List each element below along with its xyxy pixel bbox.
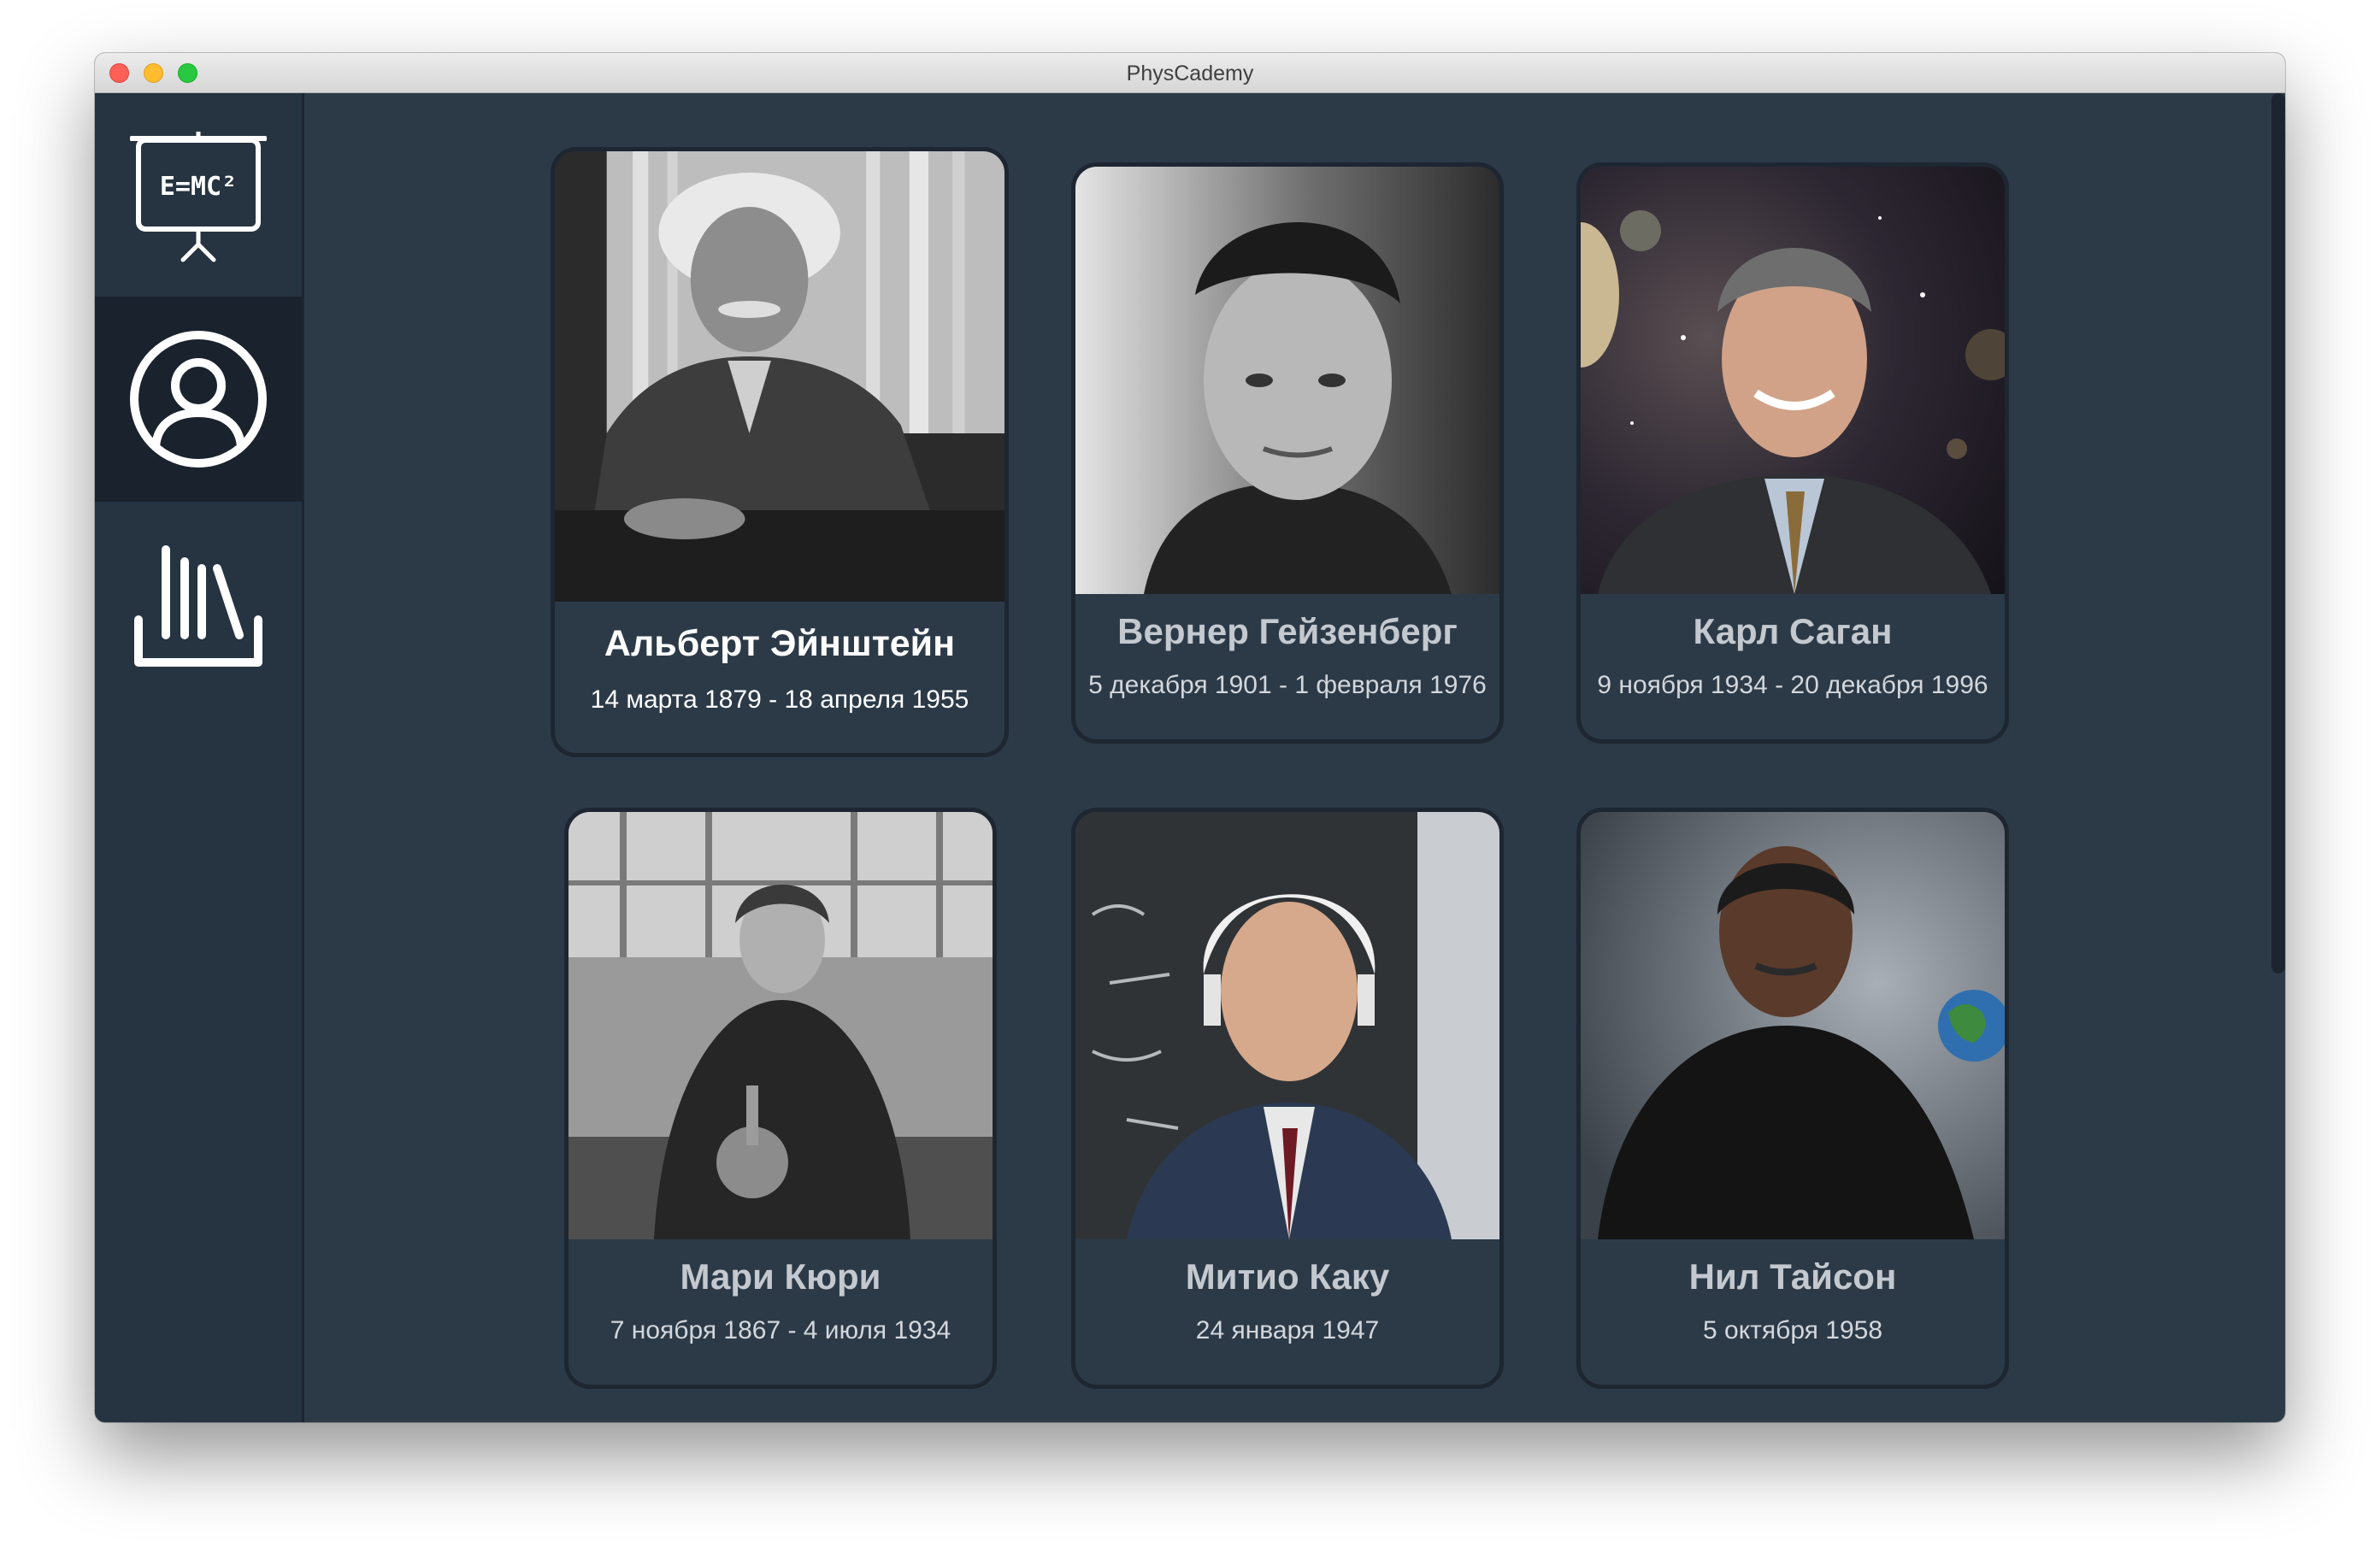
scientist-card[interactable]: Карл Саган 9 ноября 1934 - 20 декабря 19… bbox=[1576, 162, 2009, 744]
scientist-card[interactable]: Нил Тайсон 5 октября 1958 bbox=[1576, 808, 2009, 1389]
portrait-photo bbox=[555, 151, 1004, 602]
title-bar: PhysCademy bbox=[95, 53, 2285, 93]
scientist-dates: 5 декабря 1901 - 1 февраля 1976 bbox=[1088, 671, 1487, 699]
scrollbar[interactable] bbox=[2271, 93, 2285, 974]
scientist-name: Нил Тайсон bbox=[1688, 1256, 1897, 1297]
scientist-card[interactable]: Альберт Эйнштейн 14 марта 1879 - 18 апре… bbox=[551, 147, 1009, 757]
portrait-photo bbox=[1075, 167, 1499, 594]
portrait-photo bbox=[1075, 812, 1499, 1239]
sidebar-logo[interactable]: E=MC² bbox=[95, 93, 302, 297]
logo-text: E=MC² bbox=[160, 172, 237, 202]
chalkboard-emc2-icon: E=MC² bbox=[130, 132, 267, 262]
scientist-card[interactable]: Митио Каку 24 января 1947 bbox=[1071, 808, 1504, 1389]
app-window: PhysCademy E=MC² Альберт Эйнштейн 14 мар… bbox=[95, 53, 2285, 1422]
sidebar-item-profiles[interactable] bbox=[95, 297, 302, 502]
scientist-name: Мари Кюри bbox=[680, 1256, 881, 1297]
window-title: PhysCademy bbox=[1126, 62, 1254, 85]
scientist-dates: 5 октября 1958 bbox=[1703, 1316, 1882, 1344]
scientist-name: Вернер Гейзенберг bbox=[1117, 611, 1458, 651]
library-books-icon bbox=[134, 545, 262, 667]
scientist-name: Альберт Эйнштейн bbox=[604, 623, 956, 664]
scientist-dates: 24 января 1947 bbox=[1195, 1316, 1380, 1344]
scientist-name: Карл Саган bbox=[1693, 611, 1893, 651]
sidebar-item-library[interactable] bbox=[95, 502, 302, 707]
scientist-dates: 7 ноября 1867 - 4 июля 1934 bbox=[610, 1316, 951, 1344]
scientist-dates: 14 марта 1879 - 18 апреля 1955 bbox=[590, 685, 969, 714]
sidebar: E=MC² bbox=[95, 93, 304, 1422]
user-circle-icon bbox=[130, 331, 267, 468]
scientist-card[interactable]: Вернер Гейзенберг 5 декабря 1901 - 1 фев… bbox=[1071, 162, 1504, 744]
portrait-photo bbox=[568, 812, 993, 1239]
scientist-dates: 9 ноября 1934 - 20 декабря 1996 bbox=[1597, 671, 1988, 699]
portrait-photo bbox=[1581, 167, 2005, 594]
portrait-photo bbox=[1581, 812, 2005, 1239]
scientist-card[interactable]: Мари Кюри 7 ноября 1867 - 4 июля 1934 bbox=[564, 808, 997, 1389]
scientist-name: Митио Каку bbox=[1185, 1256, 1390, 1297]
